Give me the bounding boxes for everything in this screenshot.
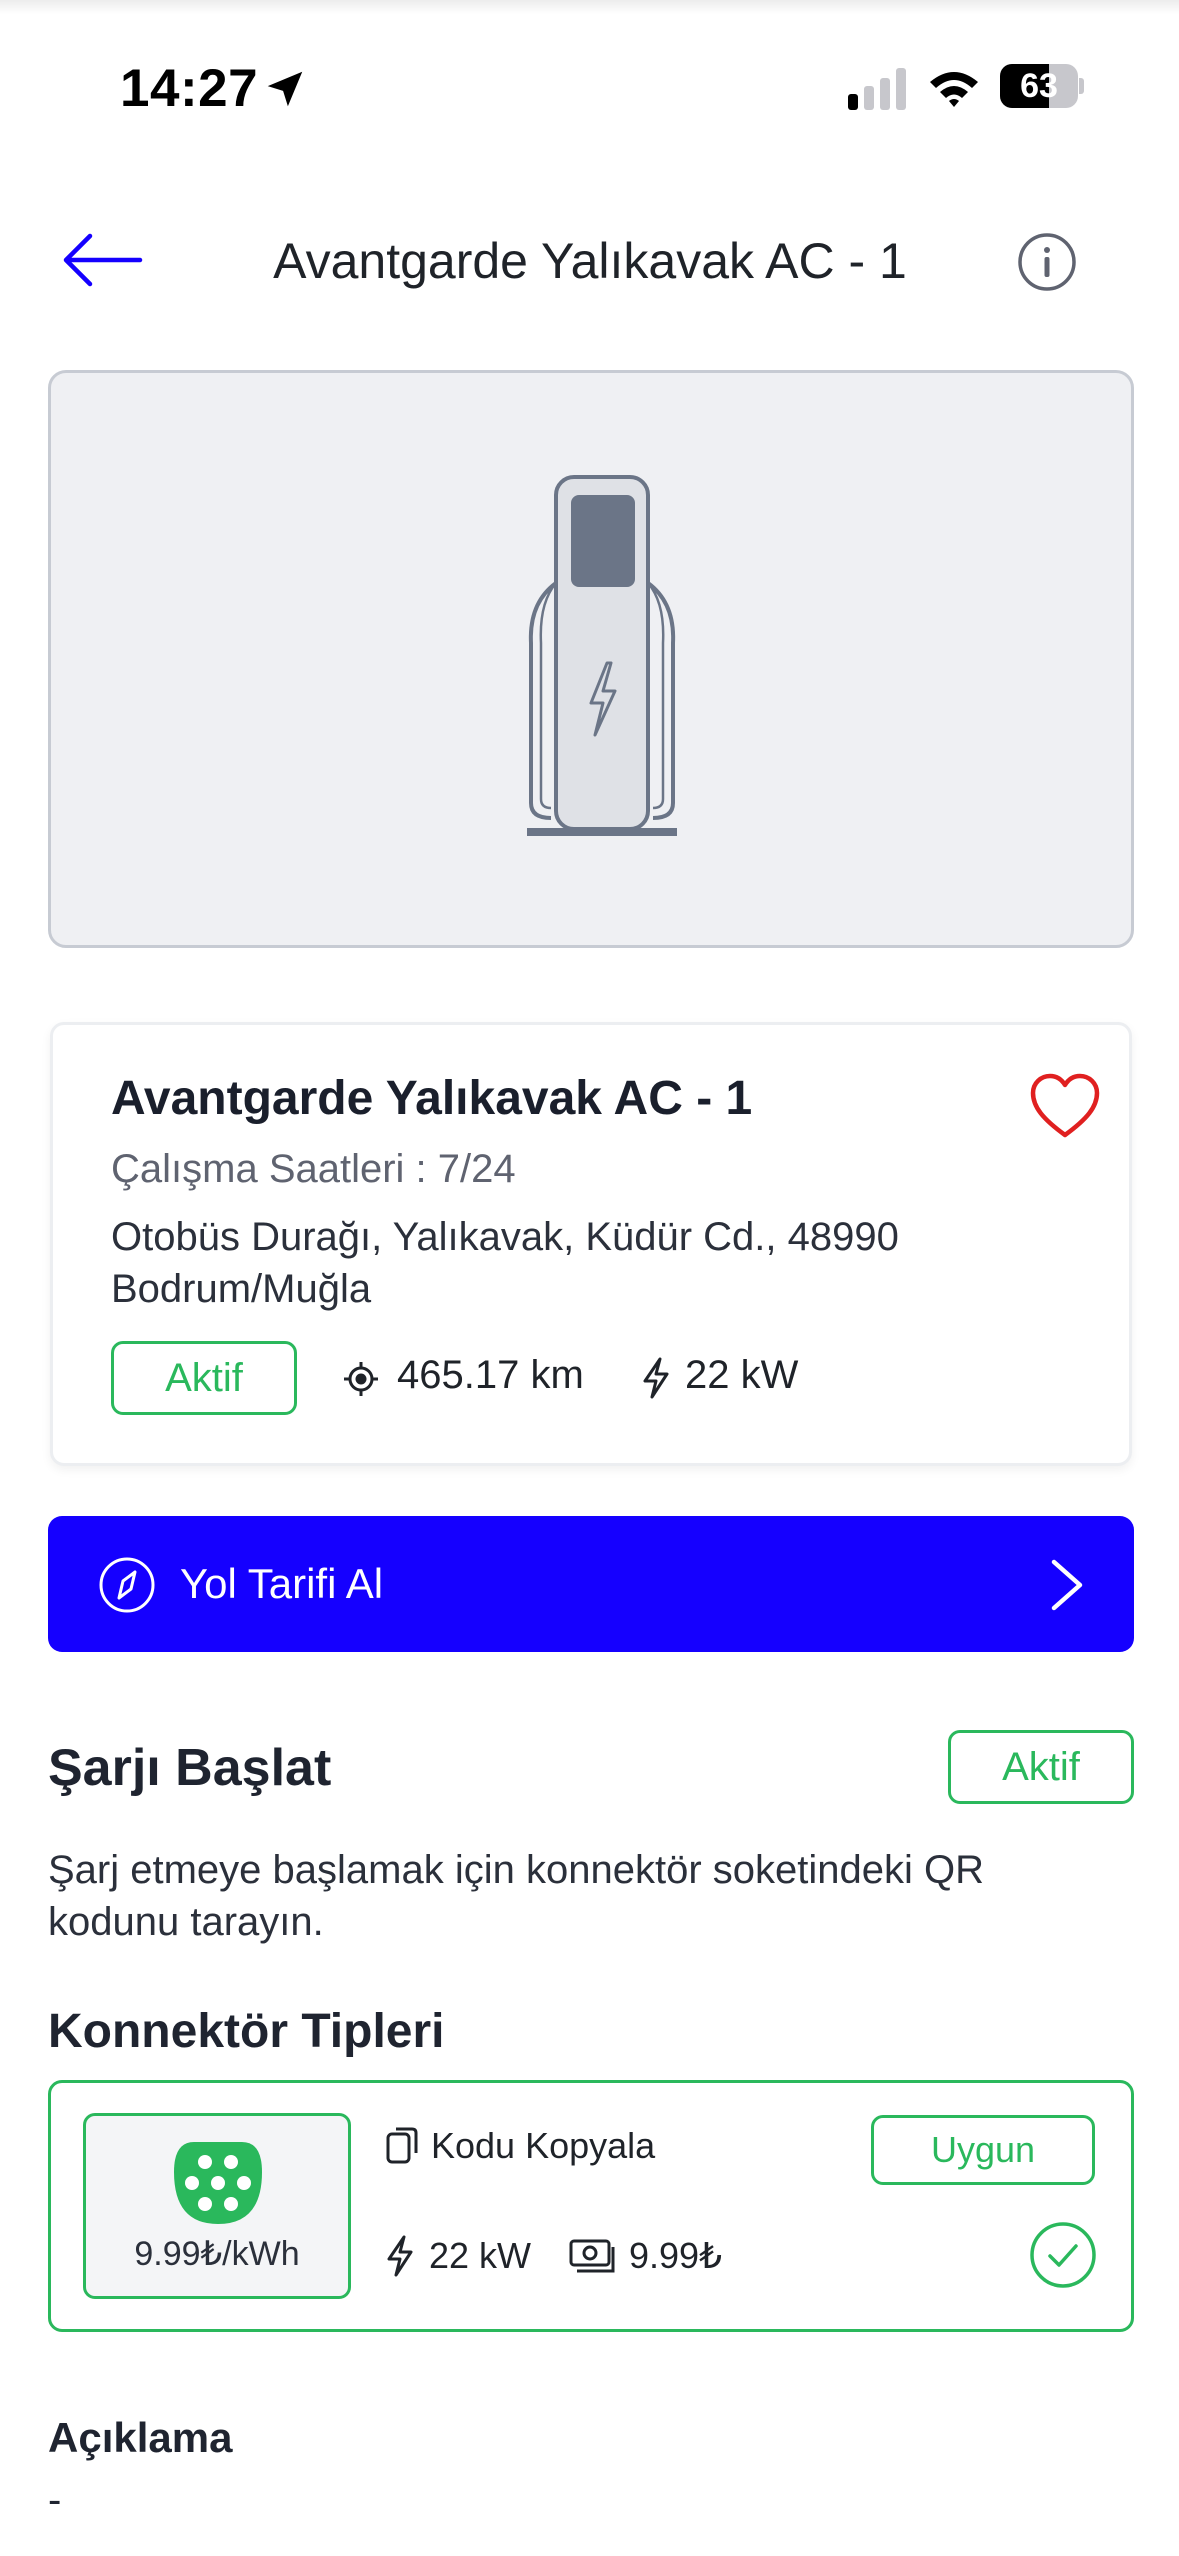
working-hours: Çalışma Saatleri : 7/24 <box>111 1147 516 1191</box>
connector-plug-box: 9.99₺/kWh <box>83 2113 351 2299</box>
get-directions-button[interactable]: Yol Tarifi Al <box>48 1516 1134 1652</box>
start-charging-description: Şarj etmeye başlamak için konnektör soke… <box>48 1848 984 1944</box>
back-arrow-icon[interactable] <box>60 232 144 288</box>
connector-price: 9.99₺ <box>629 2235 722 2276</box>
station-status-badge: Aktif <box>111 1341 297 1415</box>
station-name: Avantgarde Yalıkavak AC - 1 <box>111 1072 753 1125</box>
top-edge-shadow <box>0 0 1179 14</box>
get-directions-label: Yol Tarifi Al <box>180 1560 384 1607</box>
lightning-icon <box>643 1357 669 1399</box>
money-icon <box>569 2239 615 2273</box>
heart-icon[interactable] <box>1029 1073 1101 1139</box>
page-title: Avantgarde Yalıkavak AC - 1 <box>273 233 907 289</box>
battery-level: 63 <box>1020 67 1058 105</box>
status-time: 14:27 <box>120 59 259 118</box>
chevron-right-icon <box>1051 1559 1083 1611</box>
location-arrow-icon <box>267 71 303 107</box>
type2-plug-icon <box>174 2142 262 2224</box>
location-target-icon <box>344 1362 378 1396</box>
status-bar: 14:27 63 <box>0 50 1179 130</box>
header: Avantgarde Yalıkavak AC - 1 <box>0 210 1179 310</box>
start-charging-status-badge: Aktif <box>948 1730 1134 1804</box>
lightning-icon <box>387 2235 413 2277</box>
station-info-card: Avantgarde Yalıkavak AC - 1 Çalışma Saat… <box>50 1022 1132 1466</box>
wifi-icon <box>930 72 978 107</box>
connector-availability-badge: Uygun <box>871 2115 1095 2185</box>
copy-code-button[interactable]: Kodu Kopyala <box>431 2125 655 2167</box>
connector-unit-price: 9.99₺/kWh <box>134 2235 300 2273</box>
station-image <box>48 370 1134 948</box>
compass-icon <box>99 1557 155 1613</box>
station-power: 22 kW <box>685 1353 799 1397</box>
description-text: - <box>48 2478 62 2522</box>
battery-indicator: 63 <box>1000 64 1084 108</box>
connector-power: 22 kW <box>429 2235 532 2276</box>
connector-types-title: Konnektör Tipleri <box>48 2005 445 2058</box>
description-title: Açıklama <box>48 2414 233 2461</box>
station-address: Otobüs Durağı, Yalıkavak, Küdür Cd., 489… <box>111 1215 899 1311</box>
check-circle-icon[interactable] <box>1029 2221 1097 2289</box>
copy-icon[interactable] <box>385 2125 419 2165</box>
cellular-signal-icon <box>848 68 906 110</box>
connector-card[interactable]: 9.99₺/kWh Kodu Kopyala Uygun 22 kW 9.99₺ <box>48 2080 1134 2332</box>
info-icon[interactable] <box>1017 232 1077 292</box>
start-charging-title: Şarjı Başlat <box>48 1739 332 1797</box>
station-distance: 465.17 km <box>397 1353 584 1397</box>
charger-illustration-icon <box>527 475 677 836</box>
